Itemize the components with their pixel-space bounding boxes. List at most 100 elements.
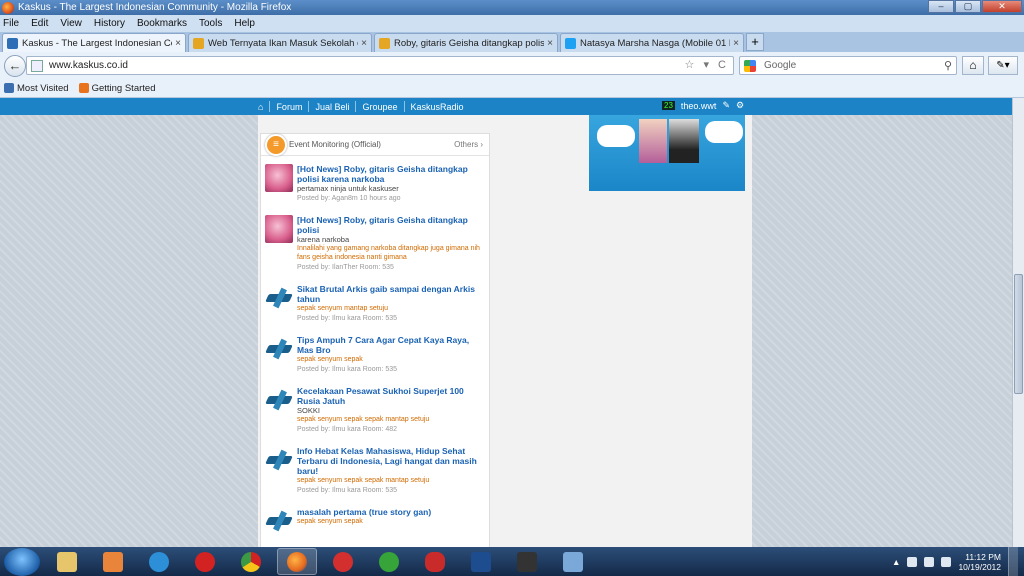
thread-thumbnail[interactable] <box>265 164 293 192</box>
extension-button[interactable]: ✎▾ <box>988 56 1018 75</box>
thread-title[interactable]: masalah pertama (true story gan) <box>297 507 485 517</box>
back-button[interactable]: ← <box>4 54 26 77</box>
others-link[interactable]: Others › <box>454 140 483 149</box>
url-text[interactable]: www.kaskus.co.id <box>49 60 128 71</box>
list-item[interactable]: [Hot News] Roby, gitaris Geisha ditangka… <box>265 164 485 203</box>
taskbar-chrome[interactable] <box>231 548 271 575</box>
bookmark-label: Most Visited <box>17 82 69 94</box>
thread-subtitle: SOKKI <box>297 406 320 415</box>
thread-meta: Posted by: Ilmu kara Room: 535 <box>297 315 397 322</box>
nav-jual-beli[interactable]: Jual Beli <box>315 102 349 112</box>
taskbar-opera[interactable] <box>185 548 225 575</box>
taskbar-app-dtk[interactable] <box>507 548 547 575</box>
search-placeholder[interactable]: Google <box>764 60 796 71</box>
thread-title[interactable]: Info Hebat Kelas Mahasiswa, Hidup Sehat … <box>297 446 485 476</box>
search-icon[interactable]: ⚲ <box>944 59 952 72</box>
bookmark-most-visited[interactable]: Most Visited <box>4 83 69 94</box>
menu-help[interactable]: Help <box>234 18 255 29</box>
kaskus-favicon-icon <box>379 37 390 49</box>
promo-banner[interactable] <box>589 115 745 191</box>
tab-web-ternyata[interactable]: Web Ternyata Ikan Masuk Sekolah di L... … <box>188 33 372 52</box>
taskbar-app-red-2[interactable] <box>415 548 455 575</box>
tray-expand-icon[interactable]: ▲ <box>892 557 900 567</box>
edit-icon[interactable]: ✎ <box>722 100 730 111</box>
list-item[interactable]: Sikat Brutal Arkis gaib sampai dengan Ar… <box>265 284 485 323</box>
thread-title[interactable]: [Hot News] Roby, gitaris Geisha ditangka… <box>297 215 485 235</box>
nav-kaskus-radio[interactable]: KaskusRadio <box>411 102 464 112</box>
thread-title[interactable]: Kecelakaan Pesawat Sukhoi Superjet 100 R… <box>297 386 485 406</box>
username[interactable]: theo.wwt <box>681 101 717 111</box>
tab-label: Roby, gitaris Geisha ditangkap polisi ..… <box>394 37 545 49</box>
thread-tags: sepak senyum sepak <box>297 518 363 525</box>
google-icon[interactable] <box>744 59 756 72</box>
windows-taskbar: ▲ 11:12 PM 10/19/2012 <box>0 547 1024 576</box>
thread-title[interactable]: [Hot News] Roby, gitaris Geisha ditangka… <box>297 164 485 184</box>
url-bar-icons[interactable]: ☆ ▾ C <box>685 58 729 71</box>
menu-bookmarks[interactable]: Bookmarks <box>137 18 187 29</box>
opera-icon <box>195 551 215 572</box>
tab-close-icon[interactable]: × <box>547 38 553 49</box>
card-header: ≡ Event Monitoring (Official) Others › <box>261 134 489 156</box>
list-item[interactable]: Info Hebat Kelas Mahasiswa, Hidup Sehat … <box>265 446 485 495</box>
card-title: Event Monitoring (Official) <box>289 140 381 149</box>
list-item[interactable]: masalah pertama (true story gan) sepak s… <box>265 507 485 535</box>
thread-thumbnail[interactable] <box>265 335 293 363</box>
home-button[interactable]: ⌂ <box>962 56 984 75</box>
list-item[interactable]: Kecelakaan Pesawat Sukhoi Superjet 100 R… <box>265 386 485 434</box>
clock[interactable]: 11:12 PM 10/19/2012 <box>958 552 1001 572</box>
menu-history[interactable]: History <box>94 18 125 29</box>
tab-close-icon[interactable]: × <box>361 38 367 49</box>
minimize-button[interactable]: – <box>928 0 954 13</box>
tab-kaskus[interactable]: Kaskus - The Largest Indonesian Com... × <box>2 33 186 52</box>
scrollbar-thumb[interactable] <box>1014 274 1023 394</box>
page-scrollbar[interactable] <box>1012 98 1024 547</box>
menu-view[interactable]: View <box>60 18 82 29</box>
maximize-button[interactable]: ▢ <box>955 0 981 13</box>
taskbar-app-green[interactable] <box>369 548 409 575</box>
menu-edit[interactable]: Edit <box>31 18 48 29</box>
taskbar-internet-explorer[interactable] <box>139 548 179 575</box>
flag-icon[interactable] <box>907 556 918 567</box>
notification-badge[interactable]: 23 <box>662 101 675 110</box>
thread-thumbnail[interactable] <box>265 446 293 474</box>
menu-tools[interactable]: Tools <box>199 18 222 29</box>
home-icon[interactable]: ⌂ <box>258 102 263 112</box>
firefox-bookmark-icon <box>78 83 89 93</box>
taskbar-app-blue[interactable] <box>553 548 593 575</box>
show-desktop-button[interactable] <box>1008 547 1018 576</box>
nav-forum[interactable]: Forum <box>276 102 302 112</box>
list-item[interactable]: [Hot News] Roby, gitaris Geisha ditangka… <box>265 215 485 272</box>
list-item[interactable]: Tips Ampuh 7 Cara Agar Cepat Kaya Raya, … <box>265 335 485 374</box>
start-button[interactable] <box>4 547 40 576</box>
search-bar[interactable]: Google ⚲ <box>739 56 957 75</box>
thread-title[interactable]: Tips Ampuh 7 Cara Agar Cepat Kaya Raya, … <box>297 335 485 355</box>
tab-close-icon[interactable]: × <box>175 38 181 49</box>
tab-natasya-twitter[interactable]: Natasya Marsha Nasga (Mobile 01 NL... × <box>560 33 744 52</box>
thread-title[interactable]: Sikat Brutal Arkis gaib sampai dengan Ar… <box>297 284 485 304</box>
taskbar-firefox[interactable] <box>277 548 317 575</box>
thread-thumbnail[interactable] <box>265 386 293 414</box>
taskbar-app-red[interactable] <box>323 548 363 575</box>
nav-groupee[interactable]: Groupee <box>362 102 397 112</box>
thread-thumbnail[interactable] <box>265 507 293 535</box>
taskbar-explorer[interactable] <box>47 548 87 575</box>
chat-bubble-icon: ≡ <box>265 134 287 156</box>
site-identity-icon[interactable] <box>31 59 43 72</box>
taskbar-media-player[interactable] <box>93 548 133 575</box>
thread-thumbnail[interactable] <box>265 215 293 243</box>
bookmark-getting-started[interactable]: Getting Started <box>78 83 155 94</box>
thread-meta: Posted by: Ilmu kara Room: 482 <box>297 426 397 433</box>
tab-roby-geisha[interactable]: Roby, gitaris Geisha ditangkap polisi ..… <box>374 33 558 52</box>
settings-gear-icon[interactable]: ⚙ <box>736 100 744 111</box>
thread-thumbnail[interactable] <box>265 284 293 312</box>
network-icon[interactable] <box>924 556 935 567</box>
window-title: Kaskus - The Largest Indonesian Communit… <box>18 2 292 13</box>
close-button[interactable]: ✕ <box>982 0 1022 13</box>
menu-file[interactable]: File <box>3 18 19 29</box>
tab-close-icon[interactable]: × <box>733 38 739 49</box>
taskbar-photoshop[interactable] <box>461 548 501 575</box>
url-bar[interactable]: www.kaskus.co.id ☆ ▾ C <box>26 56 734 75</box>
volume-icon[interactable] <box>941 556 952 567</box>
new-tab-button[interactable]: + <box>746 33 764 51</box>
kaskus-favicon-icon <box>7 37 18 49</box>
